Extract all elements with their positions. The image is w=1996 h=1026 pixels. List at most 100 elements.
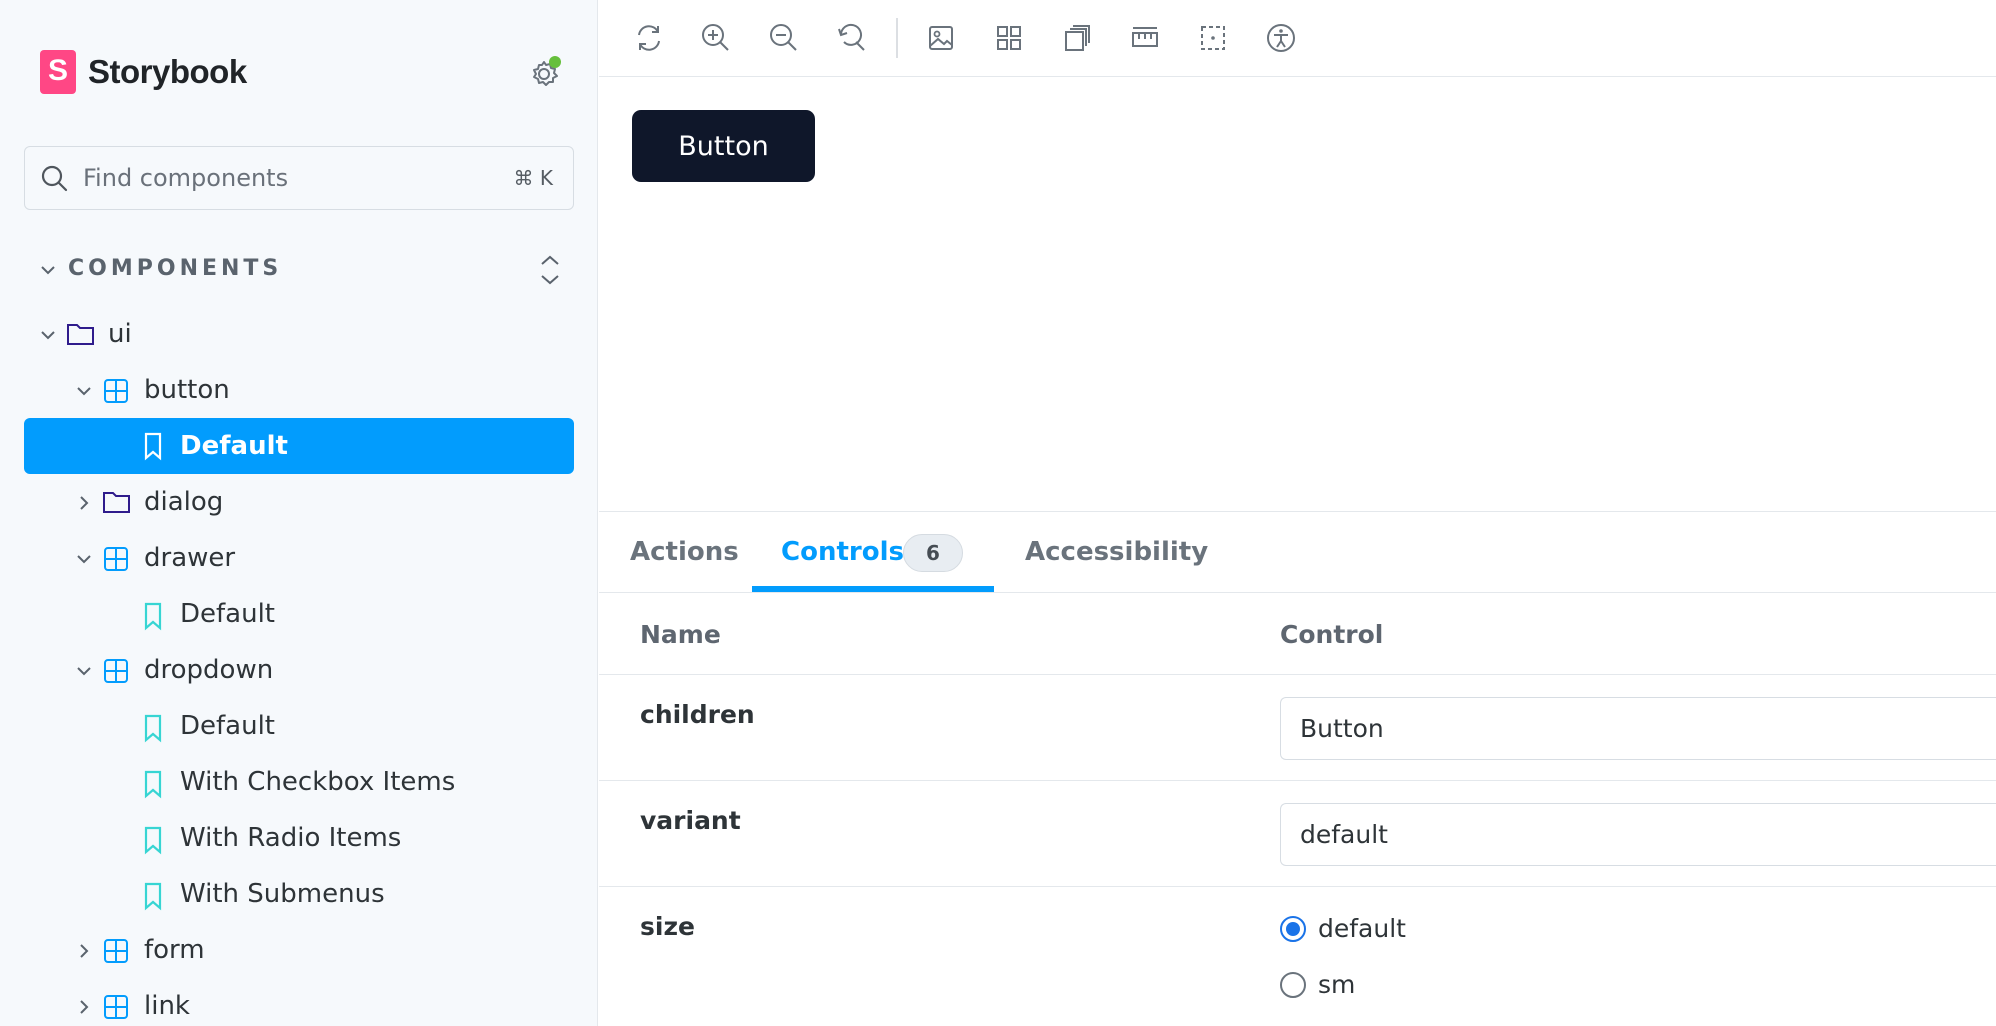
preview-button[interactable]: Button xyxy=(632,110,815,182)
gear-icon xyxy=(533,56,561,86)
tree-item-dropdown-default[interactable]: Default xyxy=(24,699,574,753)
tree-item-label: drawer xyxy=(144,543,236,573)
tree-item-with-submenus[interactable]: With Submenus xyxy=(24,867,574,921)
image-icon xyxy=(929,26,953,50)
table-row: variant default xyxy=(599,782,1996,887)
zoom-out-button[interactable] xyxy=(766,20,802,56)
tree-item-dropdown[interactable]: dropdown xyxy=(24,643,574,697)
controls-table-header: Name Control xyxy=(599,595,1996,675)
radio-unchecked-icon xyxy=(1280,971,1306,998)
tree-item-drawer[interactable]: drawer xyxy=(24,531,574,585)
tree-item-ui[interactable]: ui xyxy=(24,307,574,361)
viewport-button[interactable] xyxy=(1059,20,1095,56)
addon-tabs: Actions Controls 6 Accessibility xyxy=(599,513,1996,593)
table-row: children Button xyxy=(599,676,1996,781)
tree-item-link[interactable]: link xyxy=(24,979,574,1026)
tree-item-label: Default xyxy=(180,711,275,741)
tab-accessibility[interactable]: Accessibility xyxy=(1025,537,1208,567)
prop-name: children xyxy=(640,700,755,729)
outline-icon xyxy=(1201,26,1225,50)
tab-actions[interactable]: Actions xyxy=(630,537,739,567)
size-radio-sm[interactable]: sm xyxy=(1280,970,1355,999)
tree-item-label: form xyxy=(144,935,205,965)
storybook-logo-icon: S xyxy=(40,50,76,94)
outline-button[interactable] xyxy=(1195,20,1231,56)
component-icon xyxy=(104,995,128,1019)
radio-checked-icon xyxy=(1280,915,1306,942)
prop-name: size xyxy=(640,912,695,941)
size-radio-default[interactable]: default xyxy=(1280,914,1406,943)
tree-item-label: dropdown xyxy=(144,655,274,685)
children-text-input[interactable]: Button xyxy=(1280,697,1996,760)
tree-item-label: button xyxy=(144,375,230,405)
tree-item-with-radio-items[interactable]: With Radio Items xyxy=(24,811,574,865)
preview-canvas: Button xyxy=(599,78,1996,512)
component-icon xyxy=(104,939,128,963)
input-value: Button xyxy=(1300,714,1384,743)
component-icon xyxy=(104,379,128,403)
controls-count-badge: 6 xyxy=(903,534,963,572)
tree-item-dialog[interactable]: dialog xyxy=(24,475,574,529)
components-section-header[interactable]: COMPONENTS xyxy=(34,252,574,288)
variant-select[interactable]: default xyxy=(1280,803,1996,866)
brand[interactable]: S Storybook xyxy=(40,49,247,95)
settings-button[interactable] xyxy=(527,55,563,91)
bookmark-icon xyxy=(144,826,162,855)
toolbar-separator xyxy=(896,18,898,58)
toolbar xyxy=(599,0,1996,77)
table-row: size default sm xyxy=(599,888,1996,1026)
chevron-right-icon xyxy=(80,1000,89,1014)
brand-name: Storybook xyxy=(88,53,247,90)
ruler-icon xyxy=(1132,27,1158,47)
active-tab-indicator xyxy=(752,586,994,592)
tab-controls[interactable]: Controls xyxy=(781,537,904,567)
zoom-in-button[interactable] xyxy=(698,20,734,56)
tree-item-drawer-default[interactable]: Default xyxy=(24,587,574,641)
tree-item-label: link xyxy=(144,991,190,1021)
prop-name: variant xyxy=(640,806,741,835)
section-title: COMPONENTS xyxy=(68,256,283,281)
reload-icon xyxy=(638,25,660,51)
search-placeholder: Find components xyxy=(83,164,289,192)
tree-item-label: Default xyxy=(180,431,288,461)
chevron-down-icon xyxy=(77,667,91,676)
tree-item-label: With Checkbox Items xyxy=(180,767,456,797)
folder-icon xyxy=(103,492,130,513)
reload-button[interactable] xyxy=(631,20,667,56)
reset-zoom-button[interactable] xyxy=(834,20,870,56)
sidebar: S Storybook Find components ⌘ K COMPONEN… xyxy=(0,0,598,1026)
search-icon xyxy=(41,165,68,192)
column-control-header: Control xyxy=(1280,620,1384,649)
tree-item-label: With Radio Items xyxy=(180,823,402,853)
radio-label: default xyxy=(1318,914,1406,943)
tree-item-button[interactable]: button xyxy=(24,363,574,417)
chevron-right-icon xyxy=(80,496,89,510)
chevron-right-icon xyxy=(80,944,89,958)
component-icon xyxy=(104,659,128,683)
zoom-out-icon xyxy=(770,24,797,51)
tree-item-label: Default xyxy=(180,599,275,629)
chevron-down-icon xyxy=(41,331,55,340)
bookmark-icon xyxy=(144,770,162,799)
tree-item-with-checkbox-items[interactable]: With Checkbox Items xyxy=(24,755,574,809)
zoom-in-icon xyxy=(702,24,729,51)
grid-button[interactable] xyxy=(991,20,1027,56)
expand-all-icon[interactable] xyxy=(530,252,570,288)
background-button[interactable] xyxy=(923,20,959,56)
select-value: default xyxy=(1300,820,1388,849)
search-shortcut: ⌘ K xyxy=(513,166,553,190)
accessibility-icon xyxy=(1267,24,1295,52)
bookmark-icon xyxy=(144,432,162,461)
tree-item-form[interactable]: form xyxy=(24,923,574,977)
component-icon xyxy=(104,547,128,571)
search-input[interactable]: Find components ⌘ K xyxy=(24,146,574,210)
tree-item-label: dialog xyxy=(144,487,224,517)
grid-icon xyxy=(997,26,1021,50)
measure-button[interactable] xyxy=(1127,20,1163,56)
tree-item-label: With Submenus xyxy=(180,879,385,909)
bookmark-icon xyxy=(144,602,162,631)
tree-item-label: ui xyxy=(108,319,132,349)
tree-item-button-default[interactable]: Default xyxy=(24,418,574,474)
column-name-header: Name xyxy=(640,620,721,649)
accessibility-button[interactable] xyxy=(1263,20,1299,56)
